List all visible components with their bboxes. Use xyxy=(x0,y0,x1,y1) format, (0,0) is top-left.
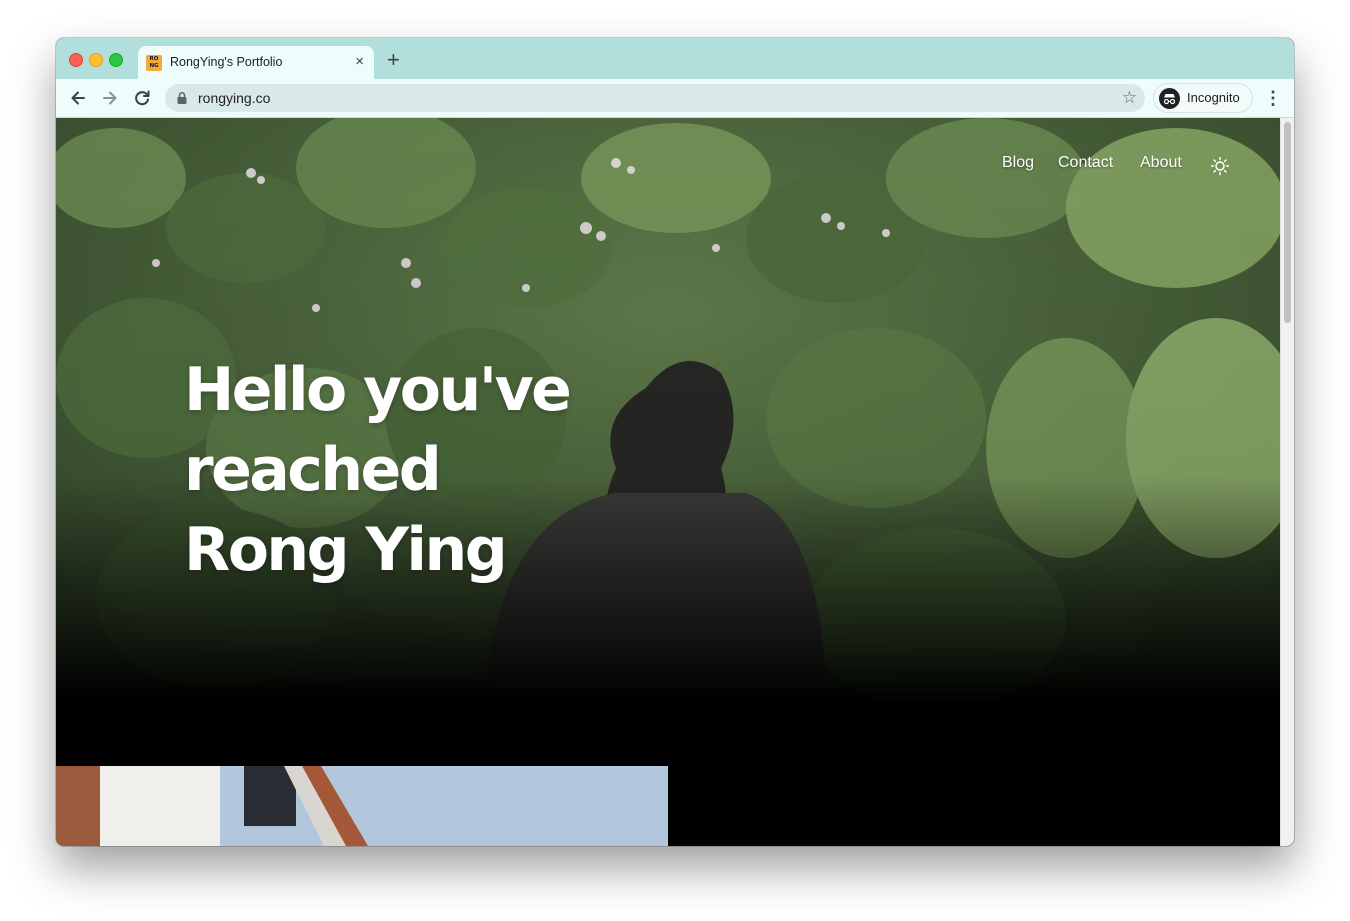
tab-close-button[interactable]: × xyxy=(355,53,364,70)
browser-tab[interactable]: RO NG RongYing's Portfolio × xyxy=(138,46,374,79)
sun-icon[interactable] xyxy=(1210,156,1230,176)
arrow-right-icon xyxy=(103,91,117,105)
close-window-button[interactable] xyxy=(69,53,83,67)
reload-icon xyxy=(135,90,150,106)
headline-line: reached xyxy=(184,435,442,505)
incognito-profile-button[interactable]: Incognito xyxy=(1153,83,1253,113)
page-viewport: Blog Contact About Hello you've reached … xyxy=(56,118,1280,846)
forward-button[interactable] xyxy=(99,87,121,109)
reload-button[interactable] xyxy=(131,87,153,109)
bookmark-star-icon[interactable]: ☆ xyxy=(1122,87,1137,109)
incognito-icon xyxy=(1159,88,1180,109)
hero-headline: Hello you've reached Rong Ying xyxy=(184,350,664,590)
incognito-label: Incognito xyxy=(1187,90,1240,105)
maximize-window-button[interactable] xyxy=(109,53,123,67)
nav-link-about[interactable]: About xyxy=(1140,154,1182,172)
browser-window: RO NG RongYing's Portfolio × + rongying.… xyxy=(56,38,1294,846)
browser-toolbar: rongying.co ☆ Incognito ⋮ xyxy=(56,79,1294,118)
new-tab-button[interactable]: + xyxy=(387,49,400,71)
tab-title: RongYing's Portfolio xyxy=(170,55,283,69)
hero-section: Blog Contact About Hello you've reached … xyxy=(56,118,1280,768)
scrollbar-thumb[interactable] xyxy=(1284,122,1291,323)
site-nav: Blog Contact About xyxy=(1002,154,1230,178)
tab-strip: RO NG RongYing's Portfolio × + xyxy=(56,38,1294,79)
arrow-left-icon xyxy=(71,91,85,105)
nav-link-blog[interactable]: Blog xyxy=(1002,154,1034,172)
page-scrollbar[interactable] xyxy=(1280,118,1294,846)
browser-menu-button[interactable]: ⋮ xyxy=(1264,87,1282,109)
project-card-image[interactable] xyxy=(56,766,668,846)
site-favicon-icon: RO NG xyxy=(146,55,162,71)
address-bar[interactable]: rongying.co ☆ xyxy=(165,84,1145,112)
url-text: rongying.co xyxy=(198,90,271,106)
headline-line: Rong Ying xyxy=(184,515,508,585)
nav-link-contact[interactable]: Contact xyxy=(1058,154,1113,172)
back-button[interactable] xyxy=(67,87,89,109)
minimize-window-button[interactable] xyxy=(89,53,103,67)
lock-icon xyxy=(177,91,187,104)
headline-line: Hello you've xyxy=(184,355,572,425)
